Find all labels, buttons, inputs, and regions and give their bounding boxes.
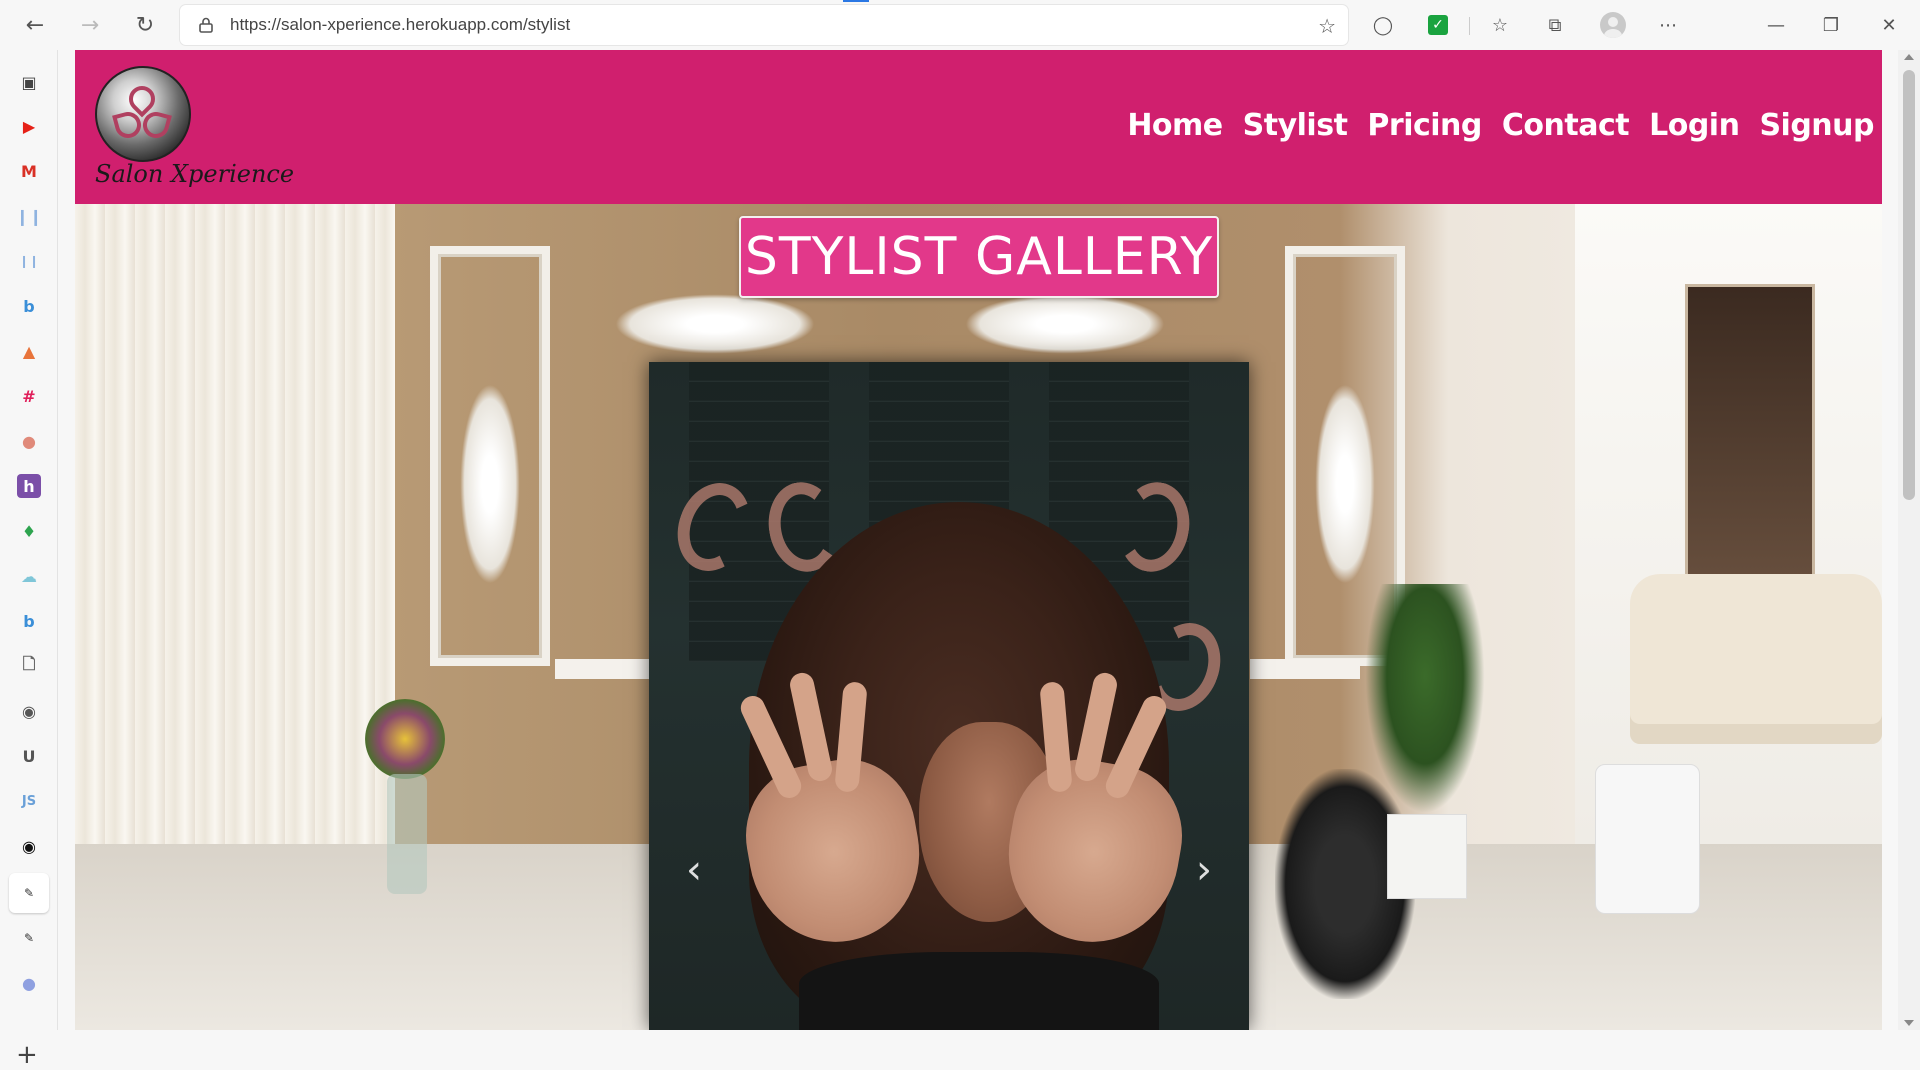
library-icon[interactable]: ❙❙ [17,249,41,273]
scroll-down-icon[interactable] [1904,1020,1914,1026]
scrollbar-thumb[interactable] [1903,70,1915,500]
browser-toolbar: ← → ↻ https://salon-xperience.herokuapp.… [0,0,1920,50]
library-icon[interactable]: ❙❙ [16,204,43,228]
document-icon[interactable]: 🗋 [17,654,41,678]
github-icon[interactable]: ◉ [17,834,41,858]
cloud-icon[interactable]: ☁ [17,564,41,588]
shelf [1685,284,1815,614]
gmail-icon[interactable]: M [17,159,41,183]
carousel-next-button[interactable]: › [1189,847,1219,893]
vase [387,774,427,894]
favorites-icon[interactable]: ☆ [1487,12,1513,38]
arrow-left-icon: ← [25,12,45,38]
lock-icon [198,16,214,34]
flowers [365,699,445,779]
scroll-up-icon[interactable] [1904,54,1914,60]
nav-stylist[interactable]: Stylist [1243,108,1348,143]
add-favorite-icon[interactable]: ☆ [1318,14,1336,38]
arrow-right-icon: → [80,12,100,38]
site-header: Salon Xperience Home Stylist Pricing Con… [75,50,1882,204]
checkmark-extension-icon[interactable]: ✓ [1428,15,1448,35]
carousel-prev-button[interactable]: ‹ [679,847,709,893]
nav-signup[interactable]: Signup [1759,108,1874,143]
collections-icon[interactable]: ⧉ [1542,12,1568,38]
logo-text[interactable]: Salon Xperience [95,160,294,188]
page-scrollbar[interactable] [1898,50,1920,1030]
nav-contact[interactable]: Contact [1502,108,1630,143]
u-icon[interactable]: U [17,744,41,768]
js-icon[interactable]: JS [17,789,41,813]
extension-icon[interactable]: ◯ [1370,12,1396,38]
wall-ornament [460,384,520,584]
url-text[interactable]: https://salon-xperience.herokuapp.com/st… [230,15,570,35]
nav-home[interactable]: Home [1127,108,1223,143]
profile-avatar[interactable] [1600,12,1626,38]
back-button[interactable]: ← [20,10,50,40]
bing-icon[interactable]: b [17,609,41,633]
pin-icon[interactable]: ✎ [17,926,41,950]
leaf-icon[interactable]: ♦ [17,519,41,543]
plant-pot [1387,814,1467,899]
app-icon[interactable]: ● [17,971,41,995]
more-menu-icon[interactable]: ⋯ [1655,12,1681,38]
youtube-icon[interactable]: ▶ [17,114,41,138]
stylist-carousel[interactable]: ‹ › [649,362,1249,1030]
nav-pricing[interactable]: Pricing [1367,108,1482,143]
app-icon[interactable]: ● [17,429,41,453]
address-bar[interactable]: https://salon-xperience.herokuapp.com/st… [180,5,1348,45]
nav-login[interactable]: Login [1649,108,1740,143]
plant [1365,584,1485,814]
stylist-photo-shirt [799,952,1159,1030]
bing-icon[interactable]: b [17,294,41,318]
mirror-ornament [615,294,815,354]
reload-button[interactable]: ↻ [130,10,160,40]
wall-ornament [1315,384,1375,584]
gitlab-icon[interactable]: ▲ [17,339,41,363]
active-tab-indicator [843,0,869,2]
toolbar-divider [1469,17,1470,35]
close-icon[interactable]: ✕ [1876,12,1902,38]
mirror-ornament [965,294,1165,354]
main-nav: Home Stylist Pricing Contact Login Signu… [1127,108,1874,143]
discord-icon[interactable]: ◉ [17,699,41,723]
h-icon[interactable]: h [17,474,41,498]
add-icon[interactable]: + [16,1040,38,1070]
slack-icon[interactable]: # [17,384,41,408]
logo-icon[interactable] [95,66,191,162]
sofa [1630,574,1882,744]
bin [1595,764,1700,914]
forward-button[interactable]: → [75,10,105,40]
browser-sidebar: ▣ ▶ M ❙❙ ❙❙ b ▲ # ● h ♦ ☁ b 🗋 ◉ U JS ◉ ✎… [0,50,58,1070]
gallery-title: STYLIST GALLERY [739,216,1219,298]
reload-icon: ↻ [135,12,155,38]
pin-icon[interactable]: ✎ [17,881,41,905]
tabs-icon[interactable]: ▣ [17,70,41,94]
page-viewport: Salon Xperience Home Stylist Pricing Con… [75,50,1882,1030]
minimize-icon[interactable]: — [1763,12,1789,38]
restore-icon[interactable]: ❐ [1818,12,1844,38]
desk [1250,659,1360,679]
